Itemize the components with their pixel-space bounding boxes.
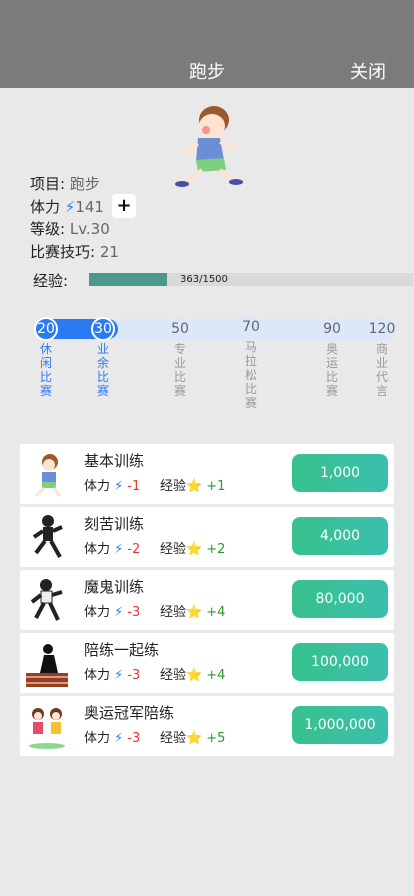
stamina-cost: 体力 ⚡ -3 [84, 727, 140, 746]
exp-progress-bar: 363/1500 [89, 273, 413, 286]
star-icon: ⭐ [186, 605, 203, 620]
runner-illustration [175, 106, 243, 187]
lightning-icon: ⚡ [114, 668, 124, 683]
star-icon: ⭐ [186, 542, 203, 557]
exp-gain: 经验⭐ +4 [160, 601, 225, 620]
exp-gain-value: +5 [206, 731, 226, 746]
training-name: 基本训练 [84, 452, 145, 470]
level-node-label: 专业比赛 [173, 342, 186, 398]
add-stamina-button[interactable]: + [112, 194, 136, 218]
exp-progress-text: 363/1500 [180, 274, 228, 285]
level-node-label: 商业代言 [375, 342, 388, 398]
sprinter-icon [32, 515, 63, 558]
stamina-cost: 体力 ⚡ -3 [84, 601, 140, 620]
runner-icon [34, 454, 62, 498]
project-label: 项目: [30, 175, 66, 193]
buy-training-button[interactable]: 1,000 [292, 454, 388, 492]
level-label: 等级: [30, 220, 66, 238]
stamina-cost-label: 体力 [84, 668, 111, 683]
level-node-label: 业余比赛 [96, 342, 109, 398]
level-row: 等级: Lv.30 [30, 218, 110, 239]
lightning-icon: ⚡ [114, 542, 124, 557]
stamina-cost-value: -3 [127, 605, 141, 620]
level-node-value: 50 [168, 317, 192, 341]
level-node-value: 70 [239, 315, 263, 339]
lightning-icon: ⚡ [64, 198, 76, 216]
exp-gain: 经验⭐ +1 [160, 475, 225, 494]
stamina-cost-value: -2 [127, 542, 141, 557]
stamina-cost: 体力 ⚡ -2 [84, 538, 140, 557]
training-name: 魔鬼训练 [84, 578, 145, 596]
stamina-cost-label: 体力 [84, 605, 111, 620]
skill-value: 21 [99, 243, 119, 261]
training-card: 魔鬼训练 体力 ⚡ -3 经验⭐ +4 80,000 [20, 570, 394, 630]
exp-gain-label: 经验 [160, 479, 187, 494]
exp-gain-value: +4 [206, 668, 226, 683]
exp-gain-value: +1 [206, 479, 226, 494]
stamina-row: 体力 ⚡141 [30, 196, 104, 217]
stamina-cost: 体力 ⚡ -3 [84, 664, 140, 683]
kids-running-icon [29, 708, 65, 749]
skill-row: 比赛技巧: 21 [30, 241, 119, 262]
level-node-4[interactable]: 70 马拉松比赛 [239, 315, 263, 410]
level-node-label: 马拉松比赛 [244, 340, 257, 410]
stamina-cost-value: -3 [127, 668, 141, 683]
top-bar: 跑步 关闭 [0, 0, 414, 88]
exp-progress-fill [89, 273, 168, 286]
stamina-label: 体力 [30, 198, 61, 216]
stamina-cost-label: 体力 [84, 731, 111, 746]
star-icon: ⭐ [186, 479, 203, 494]
stamina-cost-value: -1 [127, 479, 141, 494]
exp-gain: 经验⭐ +2 [160, 538, 225, 557]
project-row: 项目: 跑步 [30, 173, 100, 194]
exp-gain: 经验⭐ +5 [160, 727, 225, 746]
project-value: 跑步 [69, 175, 100, 193]
buy-training-button[interactable]: 80,000 [292, 580, 388, 618]
level-node-5[interactable]: 90 奥运比赛 [320, 317, 344, 398]
level-node-value: 90 [320, 317, 344, 341]
exp-gain-label: 经验 [160, 731, 187, 746]
exp-gain-label: 经验 [160, 605, 187, 620]
level-node-label: 休闲比赛 [39, 342, 52, 398]
stamina-cost-label: 体力 [84, 542, 111, 557]
stamina-value: 141 [75, 198, 104, 216]
skill-label: 比赛技巧: [30, 243, 96, 261]
level-node-label: 奥运比赛 [325, 342, 338, 398]
lightning-icon: ⚡ [114, 479, 124, 494]
stamina-cost-value: -3 [127, 731, 141, 746]
training-card: 陪练一起练 体力 ⚡ -3 经验⭐ +4 100,000 [20, 633, 394, 693]
training-card: 奥运冠军陪练 体力 ⚡ -3 经验⭐ +5 1,000,000 [20, 696, 394, 756]
training-name: 陪练一起练 [84, 641, 160, 659]
lightning-icon: ⚡ [114, 731, 124, 746]
buy-training-button[interactable]: 4,000 [292, 517, 388, 555]
level-node-3[interactable]: 50 专业比赛 [168, 317, 192, 398]
exp-gain-label: 经验 [160, 668, 187, 683]
star-icon: ⭐ [186, 731, 203, 746]
lightning-icon: ⚡ [114, 605, 124, 620]
level-node-value: 30 [91, 317, 115, 341]
close-button[interactable]: 关闭 [350, 58, 386, 84]
level-node-6[interactable]: 120 商业代言 [368, 317, 396, 398]
training-name: 刻苦训练 [84, 515, 145, 533]
level-node-value: 20 [34, 317, 58, 341]
training-name: 奥运冠军陪练 [84, 704, 175, 722]
level-node-value: 120 [368, 317, 396, 341]
level-value: Lv.30 [69, 220, 110, 238]
level-node-2[interactable]: 30 业余比赛 [91, 317, 115, 398]
starting-block-icon [26, 644, 68, 687]
level-node-1[interactable]: 20 休闲比赛 [34, 317, 58, 398]
exp-gain-value: +2 [206, 542, 226, 557]
exp-gain: 经验⭐ +4 [160, 664, 225, 683]
training-card: 刻苦训练 体力 ⚡ -2 经验⭐ +2 4,000 [20, 507, 394, 567]
training-card: 基本训练 体力 ⚡ -1 经验⭐ +1 1,000 [20, 444, 394, 504]
star-icon: ⭐ [186, 668, 203, 683]
exp-gain-label: 经验 [160, 542, 187, 557]
exp-label: 经验: [33, 272, 69, 290]
buy-training-button[interactable]: 100,000 [292, 643, 388, 681]
exp-gain-value: +4 [206, 605, 226, 620]
buy-training-button[interactable]: 1,000,000 [292, 706, 388, 744]
stamina-cost: 体力 ⚡ -1 [84, 475, 140, 494]
stamina-cost-label: 体力 [84, 479, 111, 494]
athlete-icon [30, 579, 63, 621]
